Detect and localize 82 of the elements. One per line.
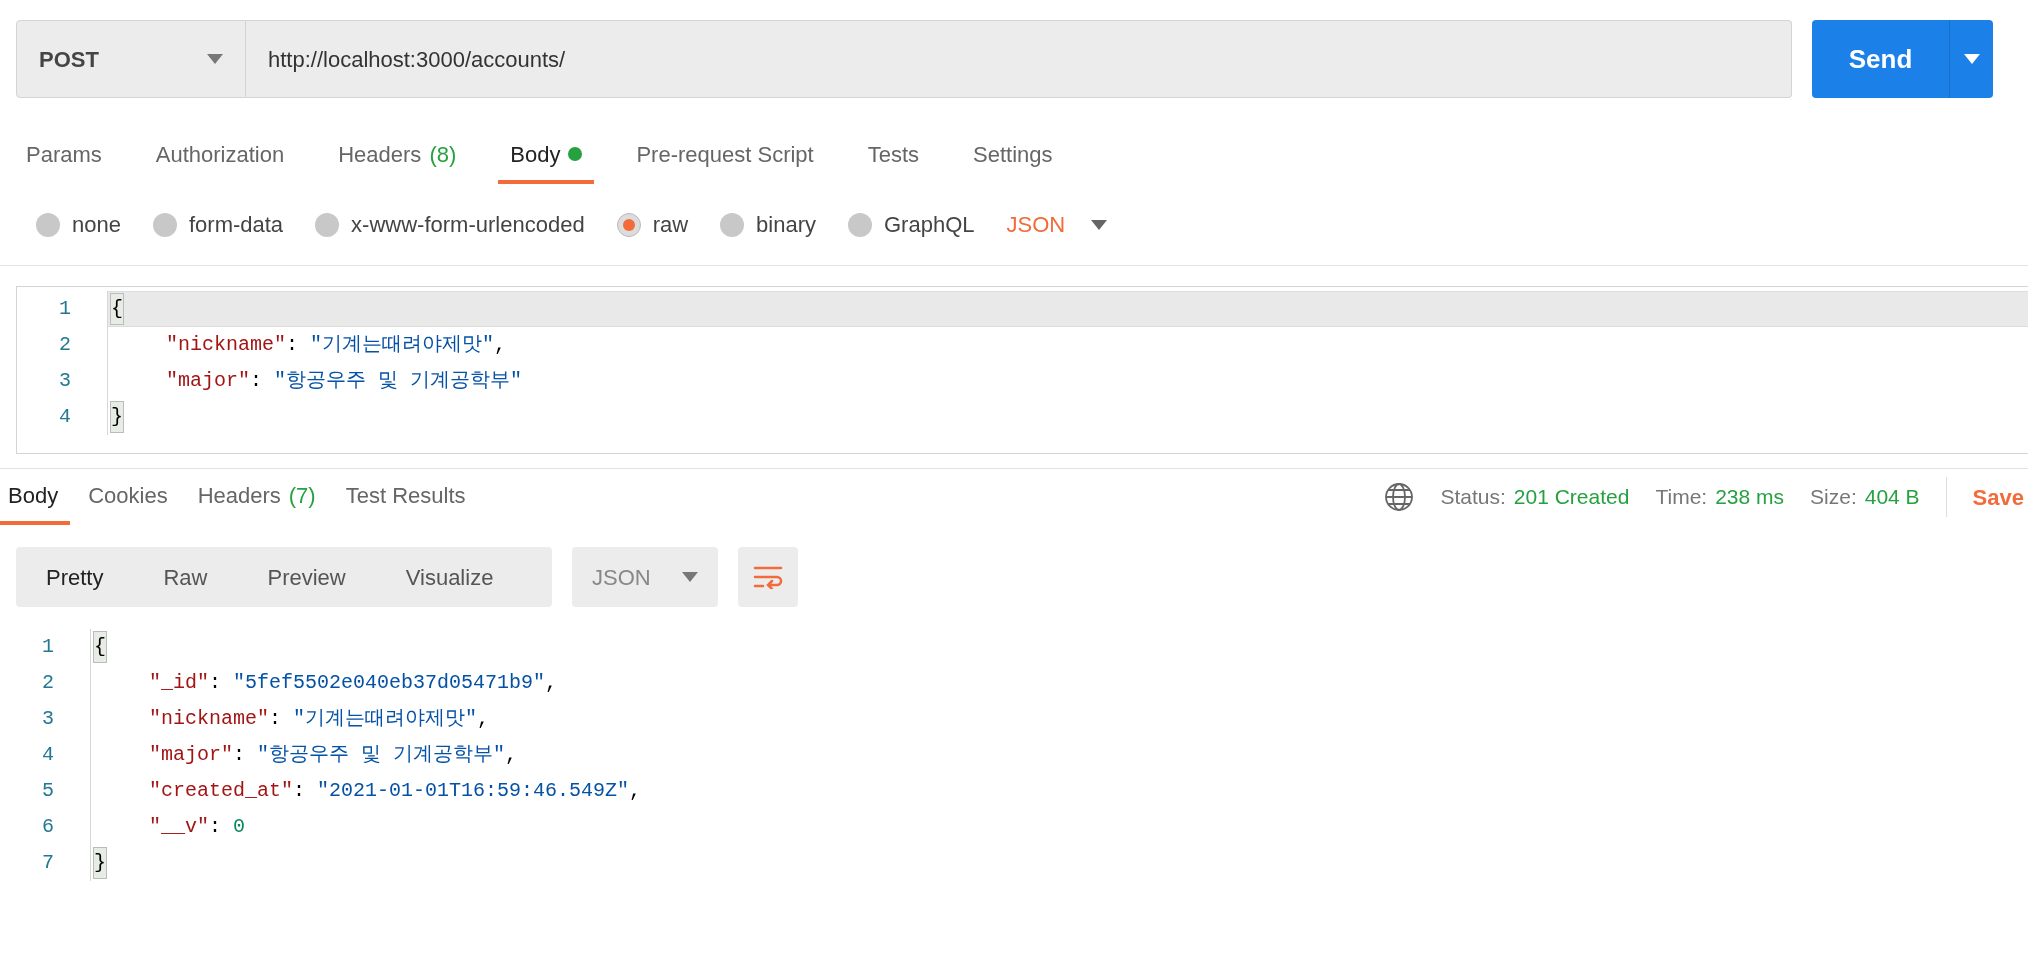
radio-option[interactable]: GraphQL xyxy=(848,208,975,241)
tab[interactable]: Body xyxy=(0,469,71,525)
code-token: "nickname" xyxy=(166,332,287,358)
code-token: "항공우주 및 기계공학부" xyxy=(257,742,506,768)
caret-icon xyxy=(1963,54,1980,64)
status-label: Time: xyxy=(1655,484,1708,511)
line-number: 4 xyxy=(41,742,55,768)
send-options-button[interactable] xyxy=(1949,20,1993,98)
code-token: "항공우주 및 기계공학부" xyxy=(274,368,523,394)
tab[interactable]: Headers (7) xyxy=(185,469,328,525)
line-number: 4 xyxy=(58,404,72,430)
code-token: : xyxy=(233,742,247,768)
code-token: "nickname" xyxy=(149,706,270,732)
caret-icon xyxy=(207,54,223,64)
code-token: : xyxy=(209,670,223,696)
send-button[interactable]: Send xyxy=(1812,20,1949,98)
tab[interactable]: Params xyxy=(14,128,114,184)
tab[interactable]: Body xyxy=(498,128,595,184)
brace: { xyxy=(93,631,107,663)
code-token: "5fef5502e040eb37d05471b9" xyxy=(233,670,546,696)
line-number: 3 xyxy=(58,368,72,394)
tab[interactable]: Pre-request Script xyxy=(624,128,826,184)
code-token: 0 xyxy=(233,814,246,840)
line-number: 5 xyxy=(41,778,55,804)
code-token: , xyxy=(505,742,518,768)
view-mode-tab[interactable]: Preview xyxy=(237,547,376,607)
tab[interactable]: Tests xyxy=(855,128,932,184)
count-label: (8) xyxy=(429,140,457,169)
line-number: 3 xyxy=(41,706,55,732)
line-number: 6 xyxy=(41,814,55,840)
code-token: , xyxy=(477,706,490,732)
code-token: "2021-01-01T16:59:46.549Z" xyxy=(317,778,630,804)
code-token: : xyxy=(250,368,264,394)
brace: } xyxy=(93,847,107,879)
code-token: : xyxy=(209,814,223,840)
tab[interactable]: Settings xyxy=(961,128,1065,184)
code-token: "__v" xyxy=(149,814,209,840)
status-value: 201 Created xyxy=(1513,484,1630,511)
brace: { xyxy=(110,293,124,325)
method-dropdown[interactable]: POST xyxy=(16,20,246,98)
code-token: : xyxy=(293,778,307,804)
status-label: Size: xyxy=(1810,484,1857,511)
radio-option[interactable]: x-www-form-urlencoded xyxy=(315,208,585,241)
view-mode-tab[interactable]: Raw xyxy=(133,547,238,607)
line-number: 2 xyxy=(41,670,55,696)
radio-option[interactable]: form-data xyxy=(152,208,284,241)
code-token: "기계는때려야제맛" xyxy=(310,332,495,358)
caret-icon xyxy=(1091,219,1108,230)
code-token: : xyxy=(269,706,283,732)
line-number: 2 xyxy=(58,332,72,358)
request-body-editor[interactable]: 1 { 2 "nickname": "기계는때려야제맛", 3 "major": "항공우주 및 기계공학부" 4 } xyxy=(16,286,2028,454)
line-number: 7 xyxy=(41,850,55,876)
tab[interactable]: Test Results xyxy=(333,469,478,525)
code-token: , xyxy=(494,332,507,358)
url-field[interactable]: http://localhost:3000/accounts/ xyxy=(246,20,1792,98)
code-token: , xyxy=(545,670,558,696)
radio-option[interactable]: binary xyxy=(720,208,816,241)
status-value: 404 B xyxy=(1864,484,1920,511)
code-token: "major" xyxy=(166,368,250,394)
radio-option[interactable]: none xyxy=(36,208,121,241)
code-token: "기계는때려야제맛" xyxy=(293,706,478,732)
view-mode-tab[interactable]: Pretty xyxy=(16,547,134,607)
count-label: (7) xyxy=(288,481,316,510)
tab[interactable]: Authorization xyxy=(143,128,297,184)
code-token: , xyxy=(629,778,642,804)
tab[interactable]: Headers (8) xyxy=(326,128,469,184)
tab[interactable]: Cookies xyxy=(76,469,180,525)
radio-option[interactable]: raw xyxy=(616,208,689,241)
code-token: "_id" xyxy=(149,670,209,696)
wrap-icon xyxy=(753,565,783,589)
code-token: "created_at" xyxy=(149,778,294,804)
status-label: Status: xyxy=(1440,484,1506,511)
caret-icon xyxy=(682,572,698,582)
line-number: 1 xyxy=(58,296,72,322)
code-token: : xyxy=(286,332,300,358)
view-mode-tab[interactable]: Visualize xyxy=(375,547,524,607)
brace: } xyxy=(110,401,124,433)
globe-icon xyxy=(1384,482,1415,512)
status-value: 238 ms xyxy=(1715,484,1785,511)
line-number: 1 xyxy=(41,634,55,660)
code-token: "major" xyxy=(149,742,233,768)
wrap-lines-button[interactable] xyxy=(738,547,798,607)
